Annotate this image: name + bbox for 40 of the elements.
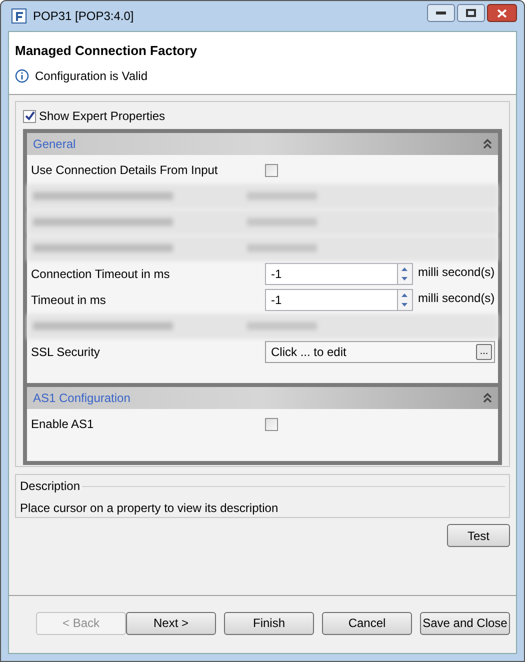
close-icon — [497, 8, 507, 18]
property-label: Enable AS1 — [30, 416, 95, 433]
checkbox[interactable] — [265, 164, 278, 176]
collapse-icon[interactable] — [483, 139, 492, 149]
spin-buttons[interactable] — [397, 290, 412, 310]
wizard-button[interactable]: Finish — [224, 612, 314, 634]
app-logo-icon — [11, 8, 27, 24]
number-field[interactable]: -1 — [265, 263, 413, 285]
checkbox-label: Show Expert Properties — [39, 108, 166, 125]
collapse-icon[interactable] — [483, 393, 492, 403]
window-title: POP31 [POP3:4.0] — [33, 8, 135, 25]
description-title: Description — [20, 478, 80, 495]
browse-button[interactable]: ... — [476, 344, 492, 360]
info-icon — [15, 68, 29, 82]
maximize-icon — [466, 9, 476, 17]
number-field[interactable]: -1 — [265, 289, 413, 311]
status-message: Configuration is Valid — [35, 68, 148, 84]
page-title: Managed Connection Factory — [15, 42, 198, 60]
wizard-button[interactable]: Next > — [126, 612, 216, 634]
property-label: SSL Security — [30, 344, 101, 361]
editor-field[interactable]: Click ... to edit ... — [265, 341, 495, 363]
checkmark-icon — [24, 111, 34, 121]
unit-label: milli second(s) — [418, 290, 495, 307]
section-title: General — [33, 136, 77, 153]
description-text: Place cursor on a property to view its description — [20, 500, 280, 517]
checkbox[interactable] — [23, 110, 36, 122]
test-button[interactable]: Test — [447, 524, 510, 547]
property-label: Timeout in ms — [30, 292, 107, 309]
maximize-button[interactable] — [457, 4, 485, 22]
wizard-button[interactable]: Save and Close — [420, 612, 510, 634]
spin-buttons[interactable] — [397, 264, 412, 284]
wizard-button[interactable]: Cancel — [322, 612, 412, 634]
close-button[interactable] — [487, 4, 517, 22]
property-label: Connection Timeout in ms — [30, 266, 171, 283]
minimize-icon — [436, 11, 446, 15]
checkbox[interactable] — [265, 418, 278, 430]
section-title: AS1 Configuration — [33, 390, 132, 407]
unit-label: milli second(s) — [418, 264, 495, 281]
minimize-button[interactable] — [427, 4, 455, 22]
property-label: Use Connection Details From Input — [30, 162, 219, 179]
